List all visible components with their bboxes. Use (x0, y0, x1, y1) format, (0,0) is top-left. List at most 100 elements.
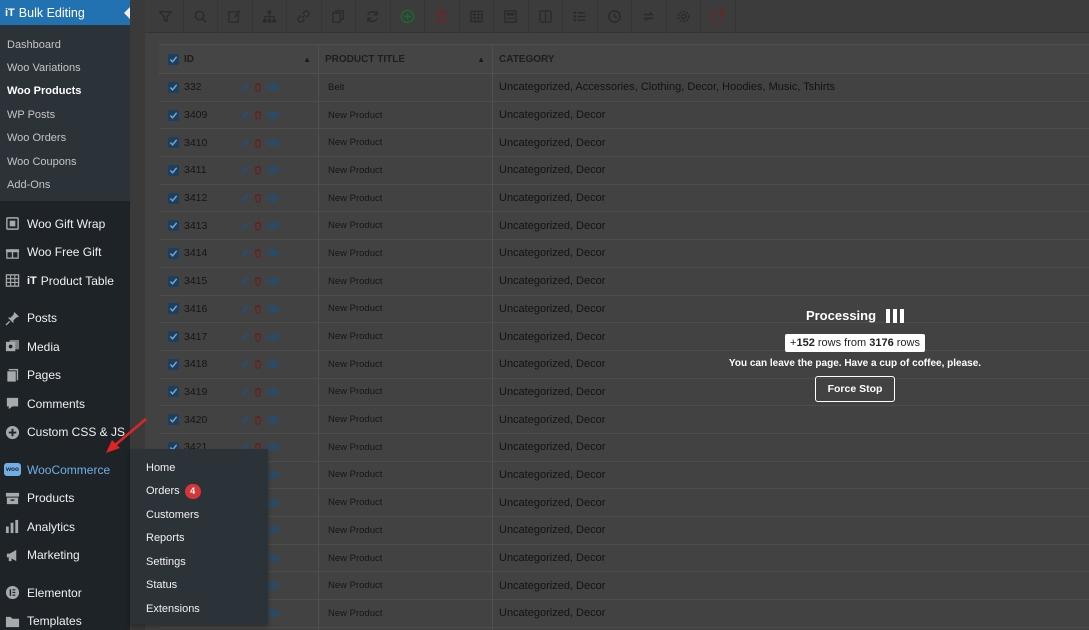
cell-product-title[interactable]: New Product (319, 572, 493, 600)
trash-icon[interactable] (253, 110, 263, 120)
cell-category[interactable]: Uncategorized, Decor (493, 489, 1089, 516)
hierarchy-button[interactable] (253, 0, 287, 33)
view-eye-icon[interactable] (266, 387, 280, 397)
cell-product-title[interactable]: New Product (319, 212, 493, 240)
plugin-submenu-item[interactable]: Add-Ons (0, 173, 130, 196)
menu-item-marketing[interactable]: Marketing (0, 541, 130, 570)
woo-submenu-customers[interactable]: Customers (130, 503, 268, 527)
cell-product-title[interactable]: New Product (319, 184, 493, 212)
cell-category[interactable]: Uncategorized, Decor (493, 240, 1089, 267)
filter-button[interactable] (149, 0, 184, 33)
settings-button[interactable] (667, 0, 701, 33)
row-checkbox[interactable] (168, 414, 179, 426)
trash-icon[interactable] (253, 165, 263, 175)
table-row[interactable]: 3412 New Product Uncategorized, Decor (159, 184, 1089, 213)
view-eye-icon[interactable] (266, 332, 280, 342)
trash-icon[interactable] (253, 221, 263, 231)
cell-category[interactable]: Uncategorized, Decor (493, 268, 1089, 295)
delete-grid-button[interactable] (701, 0, 736, 33)
cell-product-title[interactable]: New Product (319, 101, 493, 129)
plugin-submenu-item[interactable]: WP Posts (0, 103, 130, 126)
trash-icon[interactable] (253, 359, 263, 369)
cell-product-title[interactable]: New Product (319, 378, 493, 406)
menu-item-analytics[interactable]: Analytics (0, 513, 130, 542)
view-eye-icon[interactable] (266, 498, 280, 508)
plugin-submenu-item[interactable]: Dashboard (0, 33, 130, 56)
view-eye-icon[interactable] (266, 553, 280, 563)
row-checkbox[interactable] (168, 331, 179, 343)
edit-pencil-icon[interactable] (240, 332, 250, 342)
woo-submenu-home[interactable]: Home (130, 456, 268, 480)
view-eye-icon[interactable] (266, 608, 280, 618)
header-title[interactable]: PRODUCT TITLE ▲ (319, 45, 493, 73)
cell-product-title[interactable]: New Product (319, 406, 493, 433)
table-row[interactable]: 3410 New Product Uncategorized, Decor (159, 129, 1089, 158)
woo-submenu-orders[interactable]: Orders 4 (130, 480, 268, 504)
search-button[interactable] (184, 0, 218, 33)
row-checkbox[interactable] (168, 303, 179, 315)
cell-product-title[interactable]: New Product (319, 323, 493, 350)
edit-pencil-icon[interactable] (240, 276, 250, 286)
menu-item-product-table[interactable]: iT Product Table (0, 267, 130, 296)
table-row[interactable]: 332 Belt Uncategorized, Accessories, Cloth… (159, 74, 1089, 102)
row-checkbox[interactable] (168, 220, 179, 232)
row-checkbox[interactable] (168, 109, 179, 121)
view-eye-icon[interactable] (266, 581, 280, 591)
cell-product-title[interactable]: New Product (319, 433, 493, 461)
sort-icon[interactable]: ▲ (303, 55, 311, 64)
edit-pencil-icon[interactable] (240, 304, 250, 314)
cell-product-title[interactable]: New Product (319, 461, 493, 489)
woo-submenu-reports[interactable]: Reports (130, 527, 268, 551)
edit-pencil-icon[interactable] (240, 248, 250, 258)
menu-item-elementor[interactable]: Elementor (0, 579, 130, 608)
trash-icon[interactable] (253, 82, 263, 92)
table-row[interactable]: New ProductUncategorized, Decor (159, 489, 1089, 517)
edit-pencil-icon[interactable] (240, 165, 250, 175)
view-eye-icon[interactable] (266, 304, 280, 314)
trash-icon[interactable] (253, 387, 263, 397)
edit-pencil-icon[interactable] (240, 221, 250, 231)
view-eye-icon[interactable] (266, 415, 280, 425)
row-checkbox[interactable] (168, 247, 179, 259)
cell-category[interactable]: Uncategorized, Decor (493, 517, 1089, 544)
table-row[interactable]: New ProductUncategorized, Decor (159, 572, 1089, 601)
view-eye-icon[interactable] (266, 276, 280, 286)
trash-icon[interactable] (253, 304, 263, 314)
sort-asc-icon[interactable]: ▲ (477, 55, 485, 64)
menu-item-products[interactable]: Products (0, 484, 130, 513)
cell-category[interactable]: Uncategorized, Decor (493, 212, 1089, 239)
view-eye-icon[interactable] (266, 359, 280, 369)
cell-category[interactable]: Uncategorized, Decor (493, 572, 1089, 599)
cell-product-title[interactable]: New Product (319, 544, 493, 572)
trash-icon[interactable] (253, 138, 263, 148)
menu-item-posts[interactable]: Posts (0, 304, 130, 333)
edit-pencil-icon[interactable] (240, 359, 250, 369)
table-button[interactable] (460, 0, 494, 33)
table-row[interactable]: 3411 New Product Uncategorized, Decor (159, 157, 1089, 185)
cell-product-title[interactable]: New Product (319, 240, 493, 267)
trash-icon[interactable] (253, 332, 263, 342)
cell-product-title[interactable]: New Product (319, 157, 493, 184)
table-row[interactable]: New ProductUncategorized, Decor (159, 461, 1089, 490)
force-stop-button[interactable]: Force Stop (814, 376, 896, 402)
cell-category[interactable]: Uncategorized, Accessories, Clothing, De… (493, 74, 1089, 101)
cell-category[interactable]: Uncategorized, Decor (493, 157, 1089, 184)
menu-item-templates[interactable]: Templates (0, 607, 130, 630)
cell-category[interactable]: Uncategorized, Decor (493, 434, 1089, 461)
table-row[interactable]: New ProductUncategorized, Decor (159, 517, 1089, 545)
table-row[interactable]: 3420 New Product Uncategorized, Decor (159, 406, 1089, 434)
plugin-submenu-item[interactable]: Woo Variations (0, 56, 130, 79)
edit-pencil-icon[interactable] (240, 387, 250, 397)
sync-button[interactable] (632, 0, 667, 33)
cell-category[interactable]: Uncategorized, Decor (493, 129, 1089, 156)
table-row[interactable]: 3421 New Product Uncategorized, Decor (159, 433, 1089, 462)
cell-category[interactable]: Uncategorized, Decor (493, 462, 1089, 489)
select-all-checkbox[interactable] (168, 53, 179, 65)
table-row[interactable]: New ProductUncategorized, Decor (159, 544, 1089, 573)
plugin-submenu-item[interactable]: Woo Coupons (0, 150, 130, 173)
menu-item-pages[interactable]: Pages (0, 361, 130, 390)
edit-pencil-icon[interactable] (240, 415, 250, 425)
menu-item-media[interactable]: Media (0, 333, 130, 362)
cell-product-title[interactable]: Belt (319, 74, 493, 101)
woo-submenu-extensions[interactable]: Extensions (130, 597, 268, 621)
